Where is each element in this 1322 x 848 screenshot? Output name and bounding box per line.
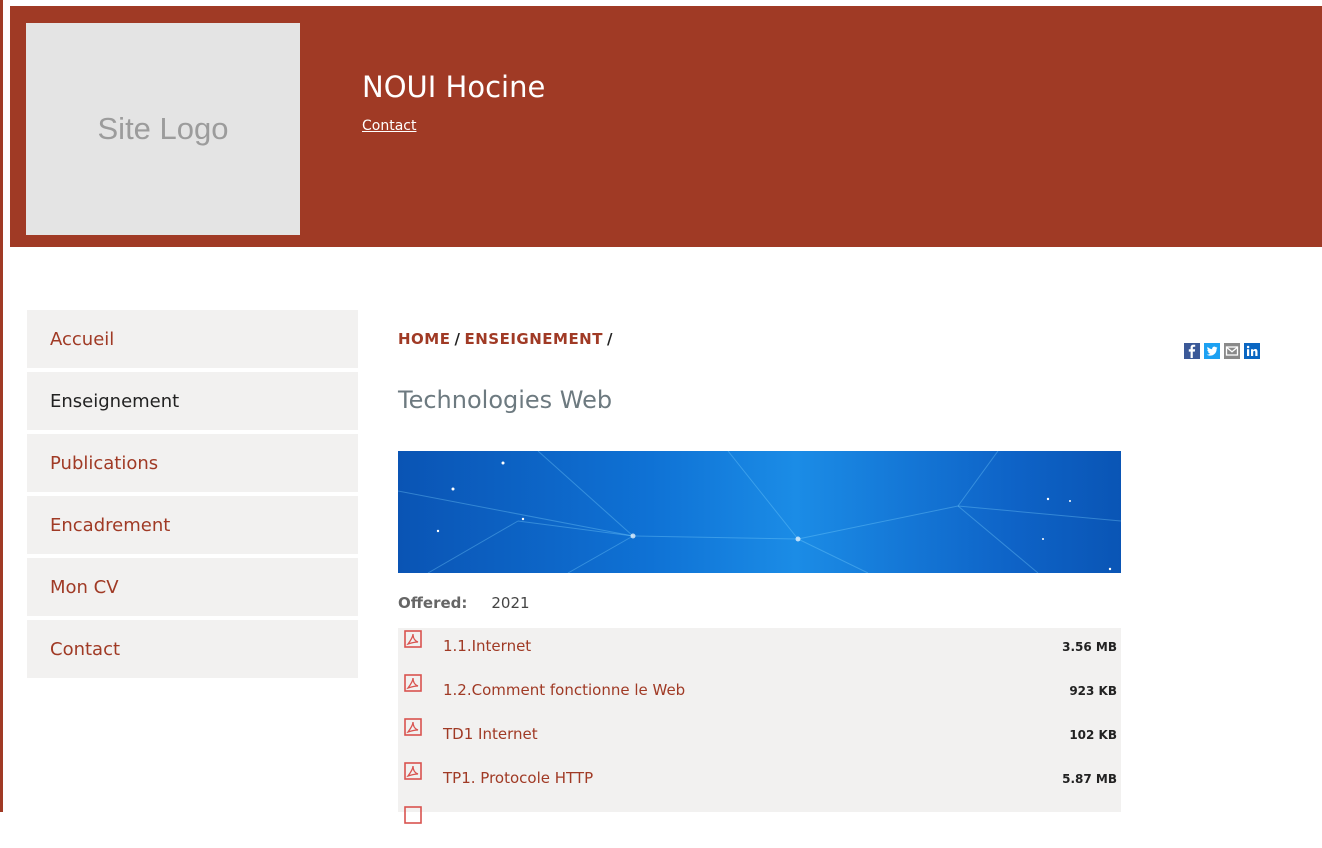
file-row[interactable] bbox=[398, 804, 1121, 848]
sidebar-item-contact[interactable]: Contact bbox=[27, 620, 358, 678]
file-list: 1.1.Internet 3.56 MB 1.2.Comment fonctio… bbox=[398, 628, 1121, 824]
site-header: Site Logo NOUI Hocine Contact bbox=[10, 6, 1322, 247]
file-link[interactable]: TD1 Internet bbox=[443, 725, 538, 743]
file-row[interactable]: TD1 Internet 102 KB bbox=[398, 716, 1121, 760]
linkedin-icon[interactable] bbox=[1244, 343, 1260, 359]
pdf-icon bbox=[404, 806, 422, 824]
pdf-icon bbox=[404, 762, 422, 780]
twitter-icon[interactable] bbox=[1204, 343, 1220, 359]
pdf-icon bbox=[404, 630, 422, 648]
header-contact-link[interactable]: Contact bbox=[362, 118, 416, 134]
site-title: NOUI Hocine bbox=[362, 70, 546, 104]
sidebar-item-accueil[interactable]: Accueil bbox=[27, 310, 358, 368]
file-row[interactable]: 1.2.Comment fonctionne le Web 923 KB bbox=[398, 672, 1121, 716]
sidebar-item-publications[interactable]: Publications bbox=[27, 434, 358, 492]
breadcrumb-separator: / bbox=[606, 330, 613, 348]
pdf-icon bbox=[404, 718, 422, 736]
breadcrumb: HOME / ENSEIGNEMENT / bbox=[398, 330, 617, 348]
breadcrumb-separator: / bbox=[454, 330, 461, 348]
file-link[interactable]: 1.1.Internet bbox=[443, 637, 531, 655]
file-link[interactable]: TP1. Protocole HTTP bbox=[443, 769, 593, 787]
offered-label: Offered: bbox=[398, 594, 468, 612]
sidebar-item-encadrement[interactable]: Encadrement bbox=[27, 496, 358, 554]
file-size: 923 KB bbox=[1069, 684, 1117, 698]
course-banner-image bbox=[398, 451, 1121, 573]
file-link[interactable]: 1.2.Comment fonctionne le Web bbox=[443, 681, 685, 699]
sidebar-item-enseignement[interactable]: Enseignement bbox=[27, 372, 358, 430]
file-row[interactable]: 1.1.Internet 3.56 MB bbox=[398, 628, 1121, 672]
file-size: 3.56 MB bbox=[1062, 640, 1117, 654]
social-share-bar bbox=[1184, 343, 1260, 359]
page-title: Technologies Web bbox=[398, 386, 613, 414]
email-icon[interactable] bbox=[1224, 343, 1240, 359]
sidebar-nav: Accueil Enseignement Publications Encadr… bbox=[27, 310, 358, 682]
breadcrumb-home-link[interactable]: HOME bbox=[398, 330, 450, 348]
offered-year: 2021 bbox=[491, 594, 530, 612]
pdf-icon bbox=[404, 674, 422, 692]
breadcrumb-enseignement-link[interactable]: ENSEIGNEMENT bbox=[464, 330, 603, 348]
facebook-icon[interactable] bbox=[1184, 343, 1200, 359]
sidebar-item-mon-cv[interactable]: Mon CV bbox=[27, 558, 358, 616]
file-size: 102 KB bbox=[1069, 728, 1117, 742]
offered-info: Offered: 2021 bbox=[398, 594, 530, 612]
site-logo[interactable]: Site Logo bbox=[26, 23, 300, 235]
file-row[interactable]: TP1. Protocole HTTP 5.87 MB bbox=[398, 760, 1121, 804]
file-size: 5.87 MB bbox=[1062, 772, 1117, 786]
